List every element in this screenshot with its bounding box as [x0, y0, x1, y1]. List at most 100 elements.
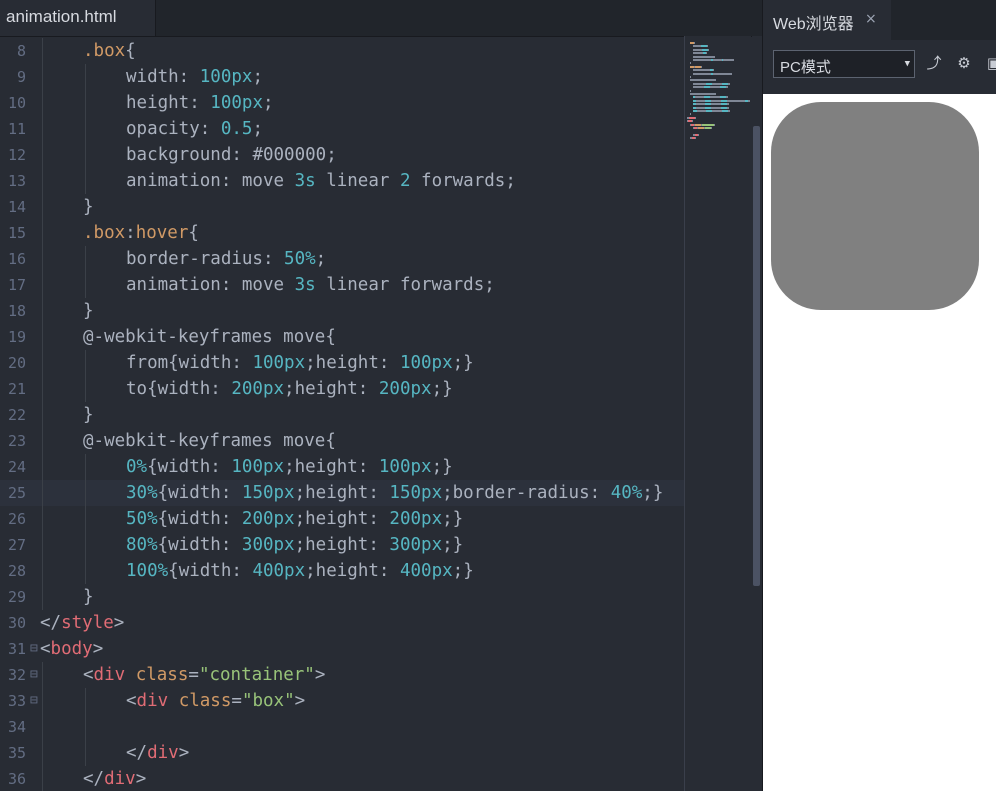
minimap-mark: [708, 48, 709, 51]
code-line[interactable]: 29}: [0, 584, 684, 610]
code-line[interactable]: 24 0%{width: 100px;height: 100px;}: [0, 454, 684, 480]
fold-toggle-icon[interactable]: ⊟: [30, 662, 38, 688]
minimap-mark: [711, 106, 721, 109]
code-line[interactable]: 19 @-webkit-keyframes move{: [0, 324, 684, 350]
code-line[interactable]: 28 100%{width: 400px;height: 400px;}: [0, 558, 684, 584]
minimap-mark: [728, 82, 730, 85]
indent-guide: [85, 272, 86, 298]
indent-guide: [85, 90, 86, 116]
gear-icon[interactable]: ⚙: [955, 54, 973, 72]
indent-guide: [42, 454, 43, 480]
code-token: opacity:: [126, 119, 221, 139]
code-line[interactable]: 14}: [0, 194, 684, 220]
vertical-scrollbar[interactable]: [752, 36, 762, 791]
browser-viewport[interactable]: [763, 94, 996, 791]
code-token: style: [61, 613, 114, 633]
code-line[interactable]: 16 border-radius: 50%;: [0, 246, 684, 272]
tab-web-browser[interactable]: Web浏览器 ×: [763, 0, 891, 40]
minimap-mark: [713, 69, 714, 72]
code-line[interactable]: 13 animation: move 3s linear 2 forwards;: [0, 168, 684, 194]
code-line[interactable]: 21 to{width: 200px;height: 200px;}: [0, 376, 684, 402]
code-text: }: [83, 402, 94, 428]
code-editor[interactable]: animation.html 8 .box{9 width: 100px; 10 hei…: [0, 0, 762, 791]
minimap-mark: [693, 72, 711, 75]
tab-animation-html[interactable]: animation.html: [0, 0, 156, 36]
code-text: border-radius: 50%;: [126, 246, 326, 272]
code-line[interactable]: 22}: [0, 402, 684, 428]
code-token: >: [135, 769, 147, 789]
code-line[interactable]: 36 </div>: [0, 766, 684, 791]
code-line[interactable]: 25 30%{width: 150px;height: 150px;border-…: [0, 480, 684, 506]
code-line[interactable]: 10 height: 100px;: [0, 90, 684, 116]
code-line[interactable]: 18}: [0, 298, 684, 324]
code-line[interactable]: 35 </div>: [0, 740, 684, 766]
code-token: width:: [126, 67, 200, 87]
code-line[interactable]: 26 50%{width: 200px;height: 200px;}: [0, 506, 684, 532]
code-token: ;}: [431, 457, 453, 477]
code-line[interactable]: 31 ⊟ <body>: [0, 636, 684, 662]
indent-guide: [42, 402, 43, 428]
line-number: 14: [7, 198, 26, 216]
code-line[interactable]: 17 animation: move 3s linear forwards;: [0, 272, 684, 298]
line-number: 17: [7, 276, 26, 294]
code-token: 100px: [199, 67, 253, 87]
code-text: 50%{width: 200px;height: 200px;}: [126, 506, 463, 532]
indent-guide: [42, 116, 43, 142]
minimap-mark: [696, 106, 705, 109]
minimap[interactable]: [684, 36, 751, 791]
code-line[interactable]: 11 opacity: 0.5;: [0, 116, 684, 142]
line-number: 36: [7, 770, 26, 788]
code-line[interactable]: 8 .box{: [0, 38, 684, 64]
indent-guide: [85, 740, 86, 766]
line-number: 8: [16, 42, 26, 60]
code-line[interactable]: 27 80%{width: 300px;height: 300px;}: [0, 532, 684, 558]
line-number: 29: [7, 588, 26, 606]
line-number: 25: [7, 484, 26, 502]
line-number: 16: [7, 250, 26, 268]
close-icon[interactable]: ×: [865, 11, 877, 27]
code-line[interactable]: 15 .box:hover{: [0, 220, 684, 246]
code-line[interactable]: 33 ⊟ <div class="box">: [0, 688, 684, 714]
code-text: </div>: [126, 740, 189, 766]
fold-toggle-icon[interactable]: ⊟: [30, 636, 38, 662]
minimap-mark: [702, 123, 714, 126]
code-token: background:: [126, 145, 253, 165]
line-number: 28: [7, 562, 26, 580]
code-token: 3s: [294, 171, 316, 191]
scrollbar-thumb[interactable]: [753, 126, 760, 586]
code-token: 400px: [399, 561, 453, 581]
minimap-mark: [695, 96, 704, 99]
minimap-mark: [713, 72, 732, 75]
code-text: .box:hover{: [83, 220, 199, 246]
line-number: 9: [16, 68, 26, 86]
code-token: @-webkit-keyframes move{: [83, 327, 336, 347]
line-number: 32: [7, 666, 26, 684]
line-number: 27: [7, 536, 26, 554]
code-text: to{width: 200px;height: 200px;}: [126, 376, 453, 402]
code-token: 3s: [294, 275, 316, 295]
line-number: 19: [7, 328, 26, 346]
minimap-mark: [697, 110, 706, 112]
devtools-icon[interactable]: ▣: [985, 54, 996, 72]
fold-toggle-icon[interactable]: ⊟: [30, 688, 38, 714]
mode-select[interactable]: PC模式 ▼: [773, 50, 915, 78]
code-line[interactable]: 30 </style>: [0, 610, 684, 636]
code-line[interactable]: 32 ⊟ <div class="container">: [0, 662, 684, 688]
code-token: =: [188, 665, 199, 685]
code-token: to{width:: [126, 379, 232, 399]
code-text: 0%{width: 100px;height: 100px;}: [126, 454, 453, 480]
code-token: ;border-radius:: [442, 483, 611, 503]
code-line[interactable]: 34: [0, 714, 684, 740]
web-browser-panel: Web浏览器 × PC模式 ▼ ⤴ ⚙ ▣: [762, 0, 996, 791]
open-external-icon[interactable]: ⤴: [925, 54, 943, 72]
indent-guide: [42, 272, 43, 298]
code-line[interactable]: 12 background: #000000;: [0, 142, 684, 168]
minimap-mark: [693, 52, 703, 55]
code-area[interactable]: 8 .box{9 width: 100px; 10 height: 100px; 11 op…: [0, 36, 684, 791]
code-token: 100px: [378, 457, 432, 477]
code-line[interactable]: 9 width: 100px;: [0, 64, 684, 90]
code-line[interactable]: 20 from{width: 100px;height: 100px;}: [0, 350, 684, 376]
minimap-mark: [693, 69, 710, 72]
code-line[interactable]: 23 @-webkit-keyframes move{: [0, 428, 684, 454]
